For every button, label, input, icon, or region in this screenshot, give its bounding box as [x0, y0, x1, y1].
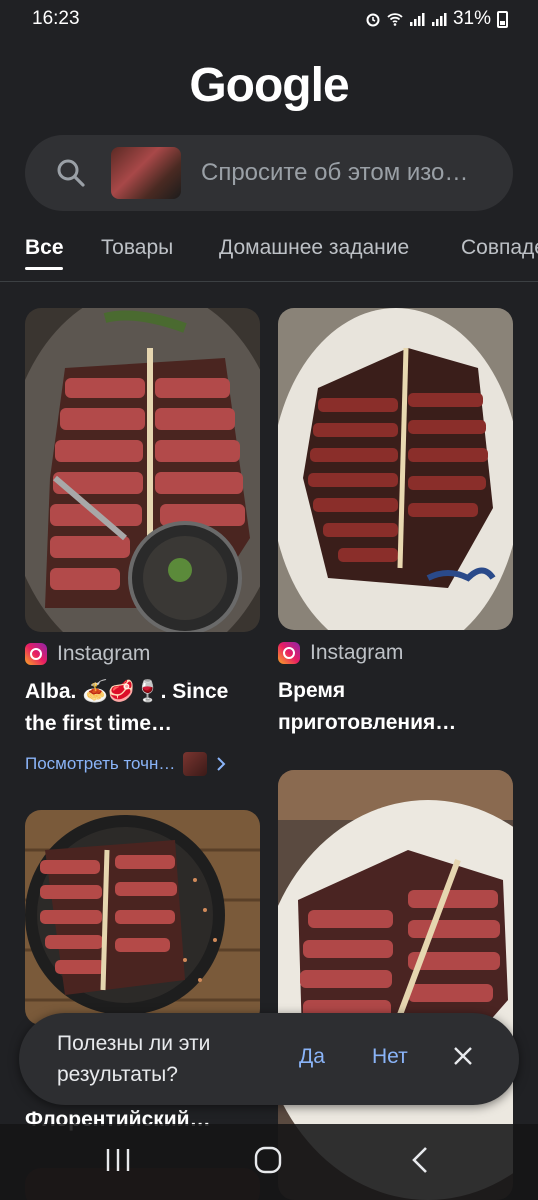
- source-label: Instagram: [310, 641, 404, 664]
- tab-matches[interactable]: Совпадения: [461, 236, 538, 260]
- tab-homework[interactable]: Домашнее задание: [219, 236, 409, 260]
- source-label: Instagram: [57, 642, 151, 665]
- feedback-prompt: Полезны ли эти результаты? Да Нет: [19, 1013, 519, 1105]
- back-icon[interactable]: [406, 1146, 434, 1174]
- result-image-2[interactable]: [278, 308, 513, 630]
- search-input[interactable]: Спросите об этом изо…: [201, 159, 468, 187]
- alarm-icon: [366, 13, 380, 27]
- result-source-1[interactable]: Instagram: [25, 642, 150, 666]
- link-label: Посмотреть точн…: [25, 754, 176, 773]
- active-tab-indicator: [25, 267, 63, 270]
- status-time: 16:23: [32, 8, 80, 29]
- result-source-2[interactable]: Instagram: [278, 641, 403, 665]
- signal-icon: [409, 13, 425, 26]
- tab-products[interactable]: Товары: [101, 236, 173, 260]
- tab-all[interactable]: Все: [25, 236, 64, 260]
- feedback-yes-button[interactable]: Да: [299, 1045, 325, 1069]
- filter-tabs: Все Товары Домашнее задание Совпадения: [0, 232, 538, 282]
- home-icon[interactable]: [254, 1146, 282, 1174]
- search-icon[interactable]: [55, 157, 87, 189]
- google-logo: Google: [189, 59, 349, 112]
- status-bar: 16:23 31%: [0, 0, 538, 38]
- wifi-icon: [387, 13, 403, 26]
- view-exact-match-link[interactable]: Посмотреть точн…: [25, 752, 227, 776]
- feedback-question: Полезны ли эти результаты?: [57, 1032, 211, 1086]
- signal-icon: [431, 13, 447, 26]
- close-icon[interactable]: [451, 1044, 475, 1068]
- feedback-no-button[interactable]: Нет: [372, 1045, 408, 1069]
- instagram-icon: [278, 642, 300, 664]
- query-image-thumbnail[interactable]: [111, 147, 181, 199]
- chevron-right-icon: [217, 757, 226, 771]
- result-image-3[interactable]: [25, 810, 260, 1025]
- instagram-icon: [25, 643, 47, 665]
- recents-icon[interactable]: [104, 1146, 132, 1174]
- result-title-1[interactable]: Alba. 🍝🥩🍷. Since the first time…: [25, 676, 260, 740]
- status-icons: 31%: [365, 8, 508, 30]
- battery-percent: 31%: [452, 8, 491, 29]
- match-thumbnail: [183, 752, 208, 776]
- system-nav-bar: [0, 1124, 538, 1200]
- search-bar[interactable]: Спросите об этом изо…: [25, 135, 513, 211]
- battery-icon: [497, 10, 508, 28]
- result-title-2[interactable]: Время приготовления…: [278, 675, 513, 739]
- result-image-1[interactable]: [25, 308, 260, 632]
